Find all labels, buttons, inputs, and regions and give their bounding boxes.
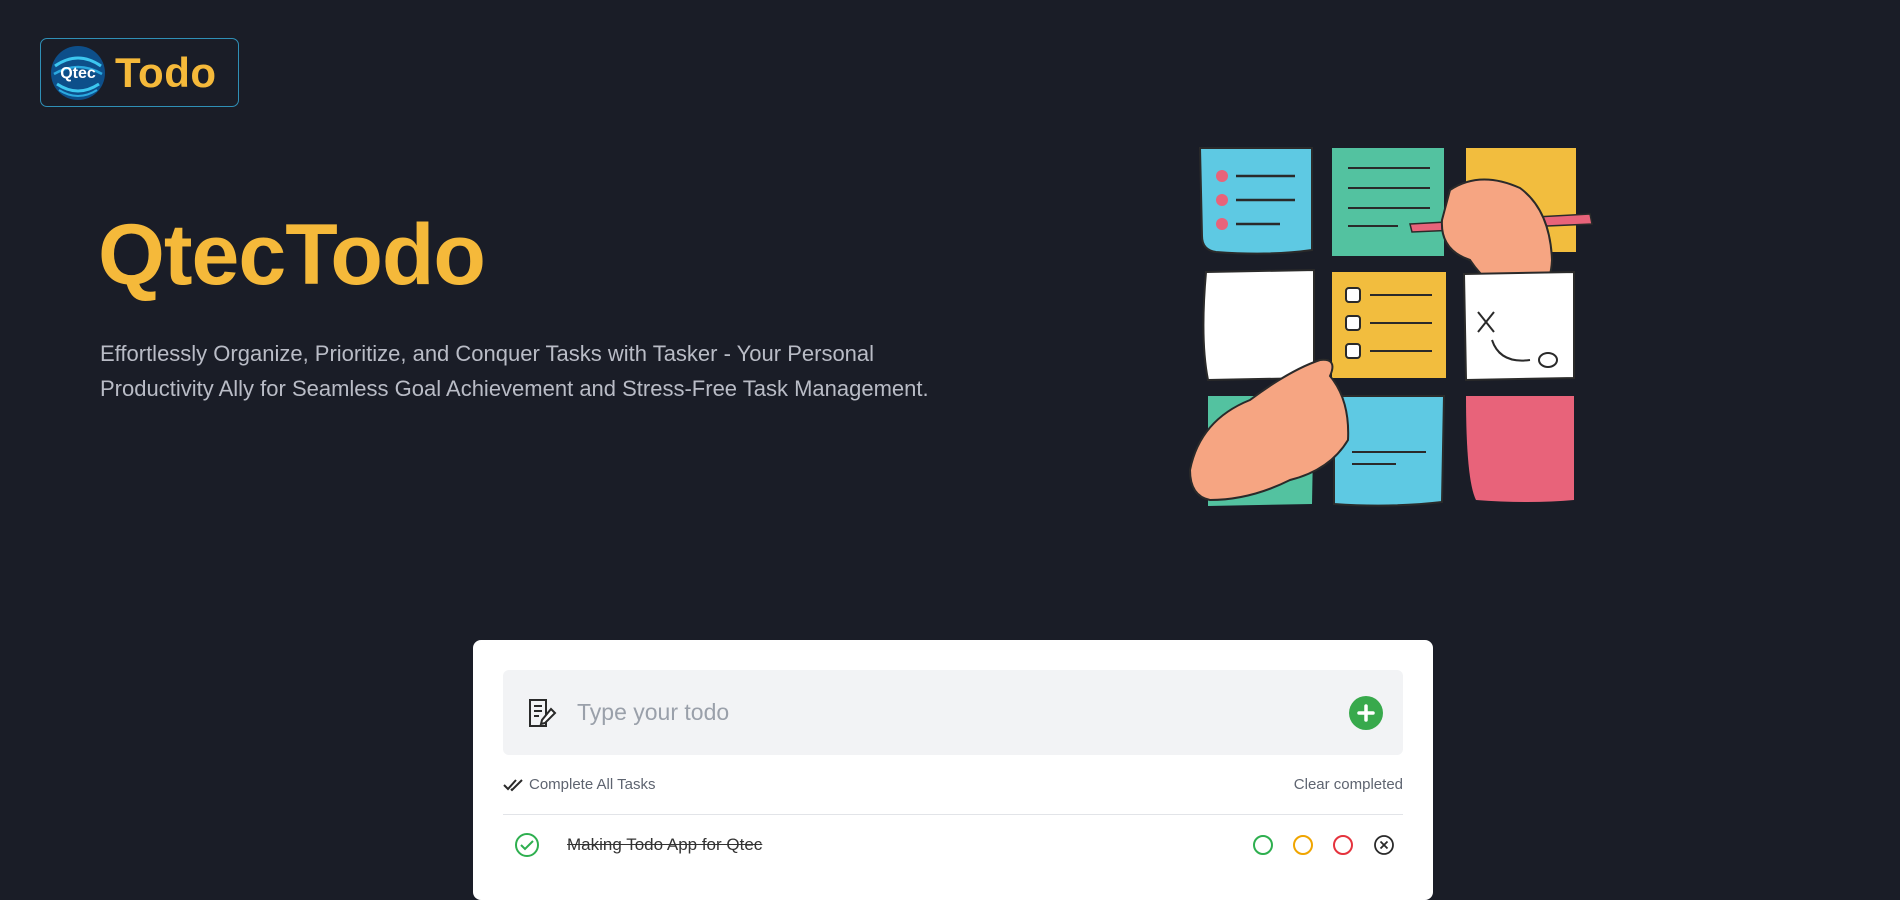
complete-all-label: Complete All Tasks [529,776,656,793]
todo-actions-row: Complete All Tasks Clear completed [503,755,1403,815]
priority-low-button[interactable] [1253,835,1273,855]
logo-title: Todo [115,48,217,96]
plus-circle-icon [1357,703,1375,722]
task-row: Making Todo App for Qtec [503,815,1403,875]
priority-medium-button[interactable] [1293,835,1313,855]
task-controls [1253,834,1395,856]
hero-title: QtecTodo [98,207,486,303]
logo-badge-text: Qtec [60,65,96,82]
edit-note-icon [523,695,559,731]
task-text[interactable]: Making Todo App for Qtec [567,835,762,855]
hero-subtitle: Effortlessly Organize, Prioritize, and C… [100,341,929,401]
app-logo[interactable]: Qtec Todo [40,38,239,107]
todo-input-row [503,670,1403,755]
close-circle-icon[interactable] [1373,834,1395,856]
clear-completed-button[interactable]: Clear completed [1294,776,1403,793]
todo-card: Complete All Tasks Clear completed Makin… [473,640,1433,900]
todo-input[interactable] [575,687,1349,738]
complete-all-button[interactable]: Complete All Tasks [503,776,655,793]
sticky-notes-illustration [1180,140,1600,520]
add-todo-button[interactable] [1349,695,1383,730]
qtec-badge-icon: Qtec [49,44,107,102]
priority-high-button[interactable] [1333,835,1353,855]
double-check-icon [503,778,523,791]
